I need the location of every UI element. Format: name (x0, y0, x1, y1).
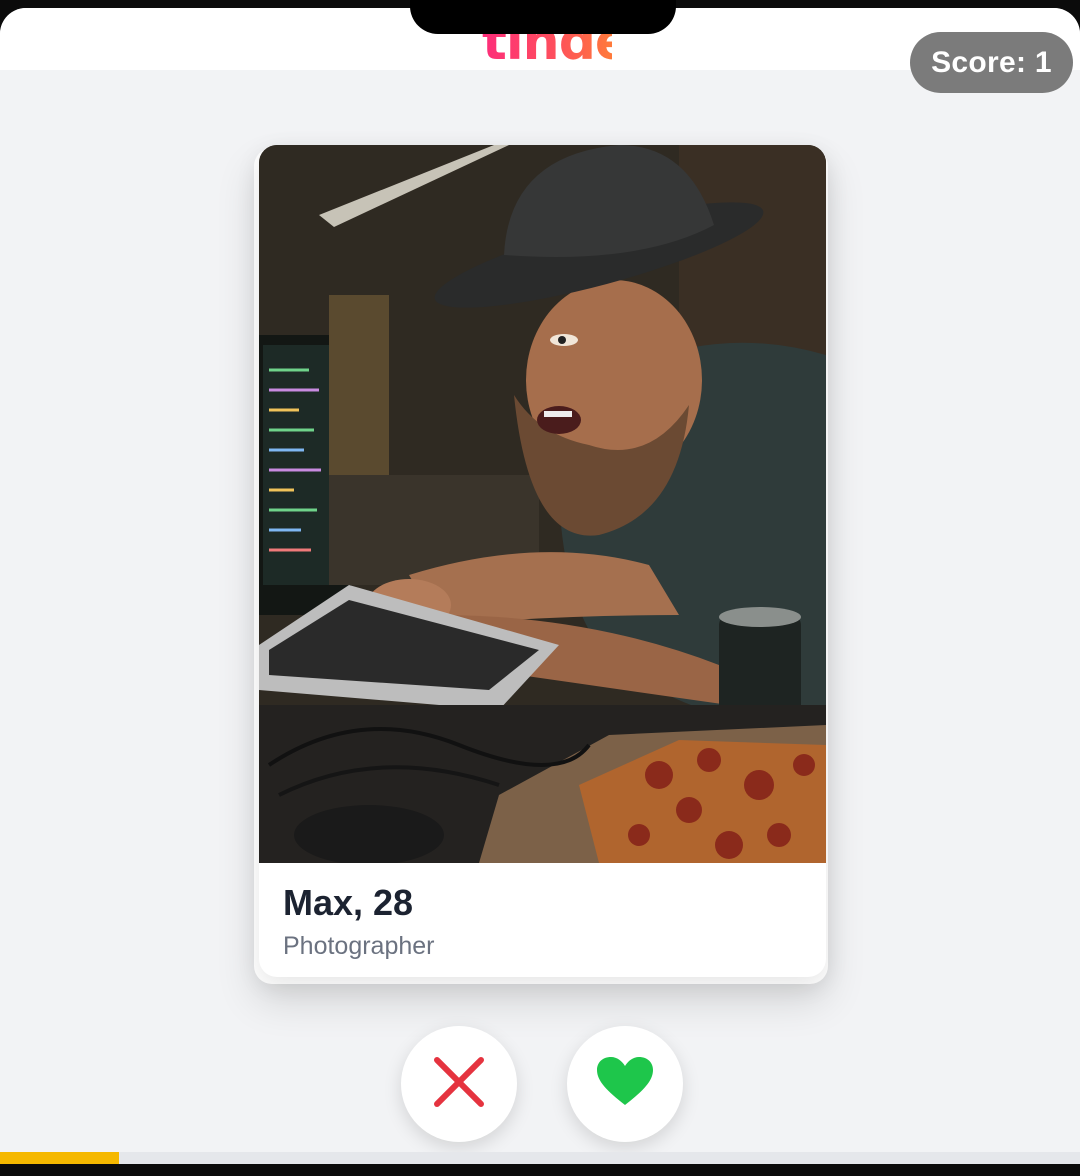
profile-occupation: Photographer (283, 932, 435, 960)
profile-name-age: Max, 28 (283, 882, 414, 923)
progress-fill (0, 1152, 119, 1164)
close-icon (431, 1054, 487, 1115)
device-notch (410, 0, 676, 34)
profile-card[interactable]: Max, 28 Photographer (259, 145, 826, 977)
app-screen: tinder Score: 1 (0, 8, 1080, 1164)
profile-photo (259, 145, 826, 863)
heart-icon (597, 1056, 653, 1112)
like-button[interactable] (567, 1026, 683, 1142)
profile-info: Max, 28 Photographer (259, 863, 826, 977)
nope-button[interactable] (401, 1026, 517, 1142)
progress-bar (0, 1152, 1080, 1164)
score-badge: Score: 1 (910, 32, 1073, 93)
